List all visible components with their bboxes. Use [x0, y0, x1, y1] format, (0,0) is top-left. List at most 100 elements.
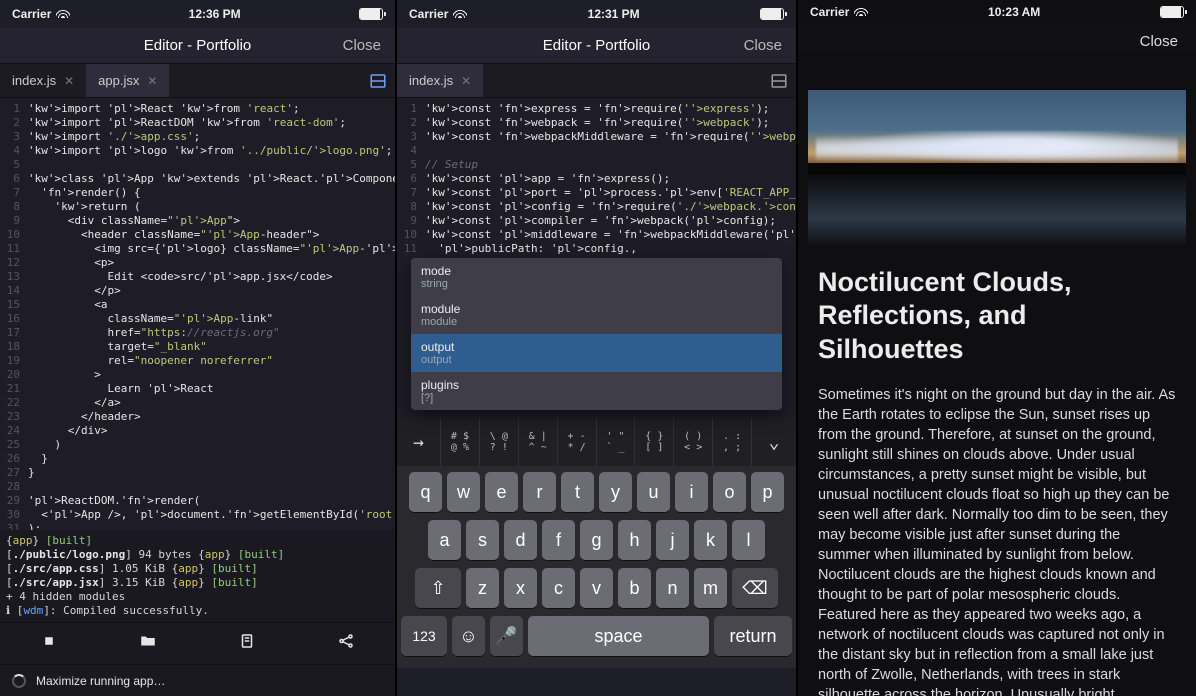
- key-v[interactable]: v: [580, 568, 613, 608]
- code-line[interactable]: 3'kw'>const 'fn'>webpackMiddleware = 'fn…: [397, 130, 796, 144]
- code-line[interactable]: 6'kw'>const 'pl'>app = 'fn'>express();: [397, 172, 796, 186]
- code-line[interactable]: 2'kw'>import 'pl'>ReactDOM 'kw'>from 're…: [0, 116, 395, 130]
- share-button[interactable]: [337, 632, 355, 655]
- code-line[interactable]: 17 href="https://reactjs.org": [0, 326, 395, 340]
- code-line[interactable]: 31);: [0, 522, 395, 530]
- key-y[interactable]: y: [599, 472, 632, 512]
- tab-app-jsx[interactable]: app.jsx ✕: [86, 64, 169, 97]
- code-line[interactable]: 22 </a>: [0, 396, 395, 410]
- code-line[interactable]: 14 </p>: [0, 284, 395, 298]
- close-icon[interactable]: ✕: [461, 74, 471, 88]
- symbol-key[interactable]: ( )< >: [674, 418, 713, 466]
- return-key[interactable]: return: [714, 616, 792, 656]
- dismiss-keyboard-button[interactable]: ⌄: [752, 418, 796, 466]
- code-line[interactable]: 5// Setup: [397, 158, 796, 172]
- key-m[interactable]: m: [694, 568, 727, 608]
- tab-index-js[interactable]: index.js ✕: [0, 64, 86, 97]
- key-r[interactable]: r: [523, 472, 556, 512]
- code-line[interactable]: 26 }: [0, 452, 395, 466]
- key-x[interactable]: x: [504, 568, 537, 608]
- symbol-key[interactable]: + -* /: [558, 418, 597, 466]
- close-icon[interactable]: ✕: [147, 74, 157, 88]
- autocomplete-item[interactable]: outputoutput: [411, 334, 782, 372]
- space-key[interactable]: space: [528, 616, 709, 656]
- notebook-button[interactable]: [238, 632, 256, 655]
- symbol-key[interactable]: \ @? !: [480, 418, 519, 466]
- dictation-key[interactable]: 🎤: [490, 616, 523, 656]
- key-c[interactable]: c: [542, 568, 575, 608]
- code-line[interactable]: 28: [0, 480, 395, 494]
- code-editor[interactable]: 1'kw'>const 'fn'>express = 'fn'>require(…: [397, 98, 796, 258]
- code-line[interactable]: 10'kw'>const 'pl'>middleware = 'fn'>webp…: [397, 228, 796, 242]
- key-e[interactable]: e: [485, 472, 518, 512]
- code-line[interactable]: 21 Learn 'pl'>React: [0, 382, 395, 396]
- numbers-key[interactable]: 123: [401, 616, 447, 656]
- key-k[interactable]: k: [694, 520, 727, 560]
- autocomplete-item[interactable]: plugins[?]: [411, 372, 782, 410]
- code-line[interactable]: 4: [397, 144, 796, 158]
- emoji-key[interactable]: ☺: [452, 616, 485, 656]
- code-line[interactable]: 15 <a: [0, 298, 395, 312]
- key-l[interactable]: l: [732, 520, 765, 560]
- key-q[interactable]: q: [409, 472, 442, 512]
- symbol-key[interactable]: . :, ;: [713, 418, 752, 466]
- split-view-button[interactable]: [762, 64, 796, 98]
- code-line[interactable]: 2'kw'>const 'fn'>webpack = 'fn'>require(…: [397, 116, 796, 130]
- code-editor[interactable]: 1'kw'>import 'pl'>React 'kw'>from 'react…: [0, 98, 395, 530]
- code-line[interactable]: 10 <header className="'pl'>App-header">: [0, 228, 395, 242]
- key-g[interactable]: g: [580, 520, 613, 560]
- key-p[interactable]: p: [751, 472, 784, 512]
- code-line[interactable]: 29'pl'>ReactDOM.'fn'>render(: [0, 494, 395, 508]
- code-line[interactable]: 19 rel="noopener noreferrer": [0, 354, 395, 368]
- code-line[interactable]: 20 >: [0, 368, 395, 382]
- code-line[interactable]: 11 <img src={'pl'>logo} className="'pl'>…: [0, 242, 395, 256]
- key-f[interactable]: f: [542, 520, 575, 560]
- terminal-panel[interactable]: {app} [built][./public/logo.png] 94 byte…: [0, 530, 395, 622]
- key-t[interactable]: t: [561, 472, 594, 512]
- symbol-key[interactable]: # $@ %: [441, 418, 480, 466]
- code-line[interactable]: 8'kw'>const 'pl'>config = 'fn'>require('…: [397, 200, 796, 214]
- code-line[interactable]: 18 target="_blank": [0, 340, 395, 354]
- key-h[interactable]: h: [618, 520, 651, 560]
- code-line[interactable]: 30 <'pl'>App />, 'pl'>document.'fn'>getE…: [0, 508, 395, 522]
- autocomplete-popup[interactable]: modestringmodulemoduleoutputoutputplugin…: [411, 258, 782, 410]
- key-j[interactable]: j: [656, 520, 689, 560]
- key-d[interactable]: d: [504, 520, 537, 560]
- symbol-key[interactable]: ' "` _: [597, 418, 636, 466]
- key-z[interactable]: z: [466, 568, 499, 608]
- code-line[interactable]: 7'kw'>const 'pl'>port = 'pl'>process.'pl…: [397, 186, 796, 200]
- key-u[interactable]: u: [637, 472, 670, 512]
- key-o[interactable]: o: [713, 472, 746, 512]
- close-icon[interactable]: ✕: [64, 74, 74, 88]
- tab-index-js[interactable]: index.js ✕: [397, 64, 483, 97]
- code-line[interactable]: 27}: [0, 466, 395, 480]
- code-line[interactable]: 12 <p>: [0, 256, 395, 270]
- key-b[interactable]: b: [618, 568, 651, 608]
- code-line[interactable]: 13 Edit <code>src/'pl'>app.jsx</code>: [0, 270, 395, 284]
- key-w[interactable]: w: [447, 472, 480, 512]
- code-line[interactable]: 9 <div className="'pl'>App">: [0, 214, 395, 228]
- code-line[interactable]: 5: [0, 158, 395, 172]
- backspace-key[interactable]: ⌫: [732, 568, 778, 608]
- code-line[interactable]: 9'kw'>const 'pl'>compiler = 'fn'>webpack…: [397, 214, 796, 228]
- code-line[interactable]: 16 className="'pl'>App-link": [0, 312, 395, 326]
- article-content[interactable]: Noctilucent Clouds, Reflections, and Sil…: [798, 248, 1196, 696]
- code-line[interactable]: 6'kw'>class 'pl'>App 'kw'>extends 'pl'>R…: [0, 172, 395, 186]
- symbol-key[interactable]: { }[ ]: [635, 418, 674, 466]
- shift-key[interactable]: ⇧: [415, 568, 461, 608]
- autocomplete-item[interactable]: modulemodule: [411, 296, 782, 334]
- close-button[interactable]: Close: [744, 28, 782, 64]
- code-line[interactable]: 23 </header>: [0, 410, 395, 424]
- symbol-key[interactable]: & |^ ~: [519, 418, 558, 466]
- code-line[interactable]: 8 'kw'>return (: [0, 200, 395, 214]
- key-i[interactable]: i: [675, 472, 708, 512]
- folder-button[interactable]: [139, 632, 157, 655]
- code-line[interactable]: 11 'pl'>publicPath: 'pl'>config.,: [397, 242, 796, 256]
- close-button[interactable]: Close: [1140, 33, 1178, 50]
- code-line[interactable]: 4'kw'>import 'pl'>logo 'kw'>from '../pub…: [0, 144, 395, 158]
- key-a[interactable]: a: [428, 520, 461, 560]
- split-view-button[interactable]: [361, 64, 395, 98]
- footer-status[interactable]: Maximize running app…: [0, 664, 395, 696]
- code-line[interactable]: 24 </div>: [0, 424, 395, 438]
- close-button[interactable]: Close: [343, 28, 381, 64]
